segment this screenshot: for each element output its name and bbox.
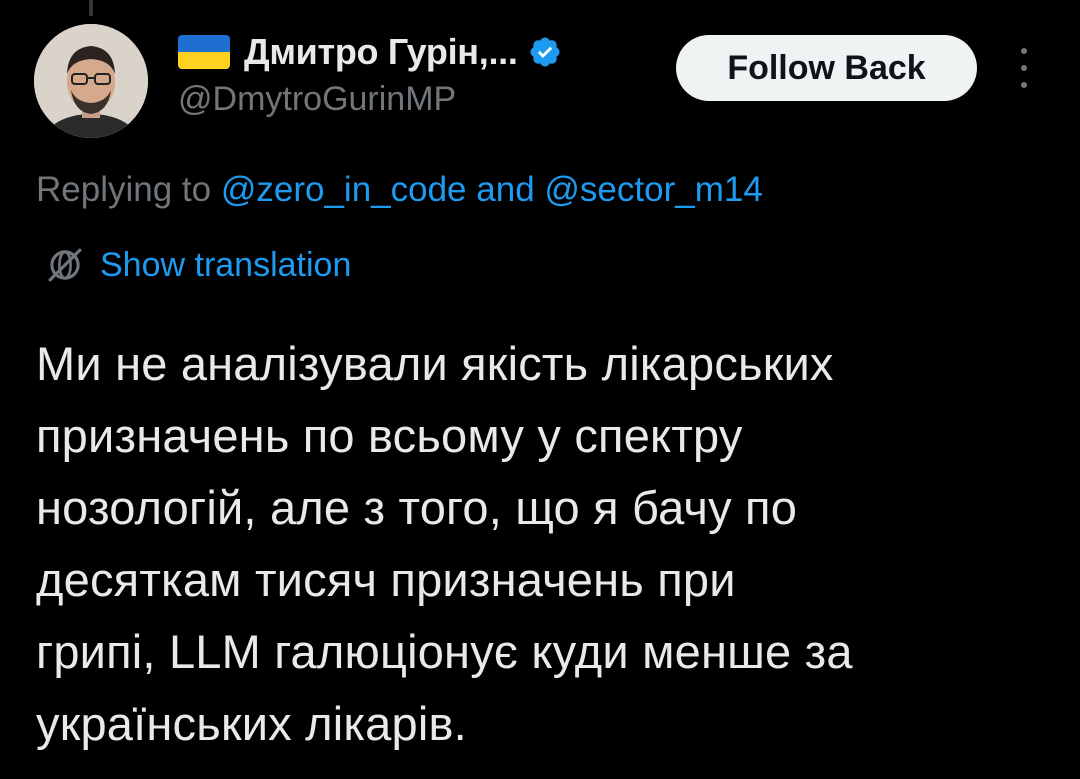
tweet-text-line: українських лікарів.	[36, 697, 467, 750]
tweet-text-line: грипі, LLM галюціонує куди менше за	[36, 625, 853, 678]
replying-joiner: and	[476, 170, 535, 209]
show-translation-link[interactable]: Show translation	[44, 244, 351, 286]
verified-badge-icon[interactable]	[528, 35, 562, 69]
avatar[interactable]	[34, 24, 148, 138]
show-translation-label: Show translation	[100, 245, 352, 284]
tweet-text-line: призначень по всьому у спектру	[36, 409, 743, 462]
ukraine-flag-icon	[178, 35, 230, 69]
author-header: Дмитро Гурін,... @DmytroGurinMP	[178, 26, 658, 119]
mention-link[interactable]: @zero_in_code	[221, 170, 467, 209]
mention-link[interactable]: @sector_m14	[544, 170, 762, 209]
author-display-name[interactable]: Дмитро Гурін,...	[244, 31, 518, 73]
tweet-text-line: Ми не аналізували якість лікарських	[36, 337, 834, 390]
author-name-row: Дмитро Гурін,...	[178, 26, 658, 78]
more-vertical-icon[interactable]	[1008, 48, 1040, 88]
author-handle[interactable]: @DmytroGurinMP	[178, 80, 658, 119]
globe-translate-icon	[48, 248, 82, 282]
follow-back-button[interactable]: Follow Back	[676, 35, 977, 101]
replying-to-line: Replying to @zero_in_code and @sector_m1…	[36, 170, 763, 210]
thread-connector-line	[89, 0, 93, 16]
tweet-body: Ми не аналізували якість лікарських приз…	[36, 328, 1056, 760]
replying-to-prefix: Replying to	[36, 170, 212, 209]
tweet-text-line: десяткам тисяч призначень при	[36, 553, 736, 606]
tweet-text-line: нозологій, але з того, що я бачу по	[36, 481, 798, 534]
avatar-photo	[34, 24, 148, 138]
